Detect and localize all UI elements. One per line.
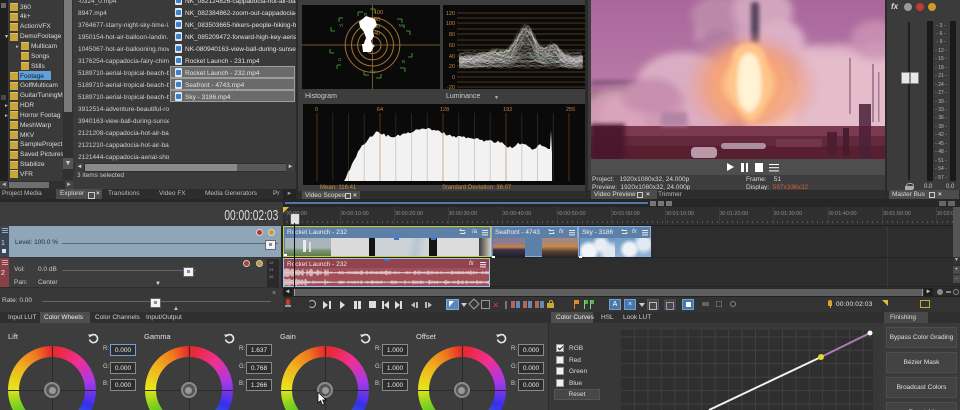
- svg-text:64: 64: [377, 107, 383, 113]
- svg-text:Yl: Yl: [339, 23, 343, 28]
- svg-text:20: 20: [449, 64, 455, 70]
- svg-text:Mg: Mg: [399, 23, 406, 28]
- svg-text:192: 192: [503, 107, 512, 113]
- svg-text:40: 40: [449, 54, 455, 60]
- svg-text:0: 0: [452, 75, 455, 81]
- svg-text:255: 255: [566, 107, 575, 113]
- svg-text:-20: -20: [447, 85, 455, 89]
- svg-text:80: 80: [449, 32, 455, 38]
- svg-text:0: 0: [315, 107, 318, 113]
- svg-text:G: G: [338, 57, 342, 62]
- svg-text:B: B: [402, 59, 405, 64]
- svg-text:Cy: Cy: [370, 69, 376, 74]
- svg-text:100: 100: [446, 21, 455, 27]
- svg-text:120: 120: [446, 11, 455, 17]
- svg-text:60: 60: [449, 43, 455, 49]
- svg-text:40: 40: [374, 31, 380, 37]
- svg-text:128: 128: [440, 107, 449, 113]
